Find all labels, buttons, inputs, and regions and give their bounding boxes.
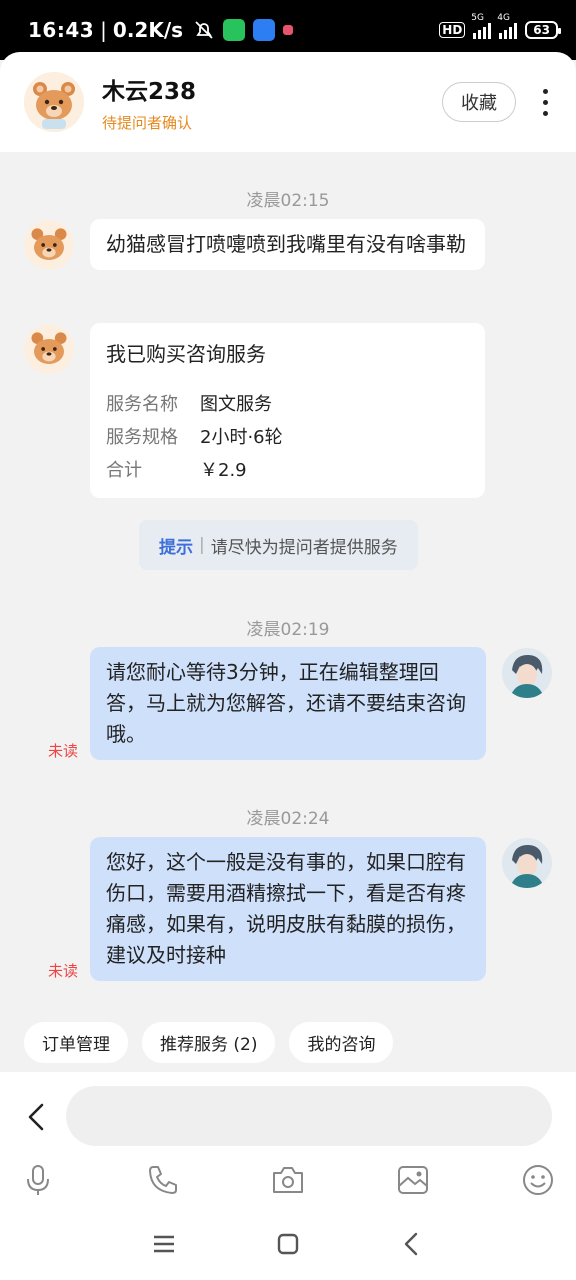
avatar[interactable] xyxy=(502,838,552,888)
service-value: 2小时·6轮 xyxy=(200,427,283,448)
tip-label: 提示 xyxy=(159,537,193,558)
message-input[interactable] xyxy=(66,1086,552,1146)
tip-banner: 提示 | 请尽快为提问者提供服务 xyxy=(139,520,418,570)
bear-avatar-icon xyxy=(24,72,84,132)
system-nav-bar xyxy=(0,1222,576,1272)
battery-icon: 63 xyxy=(525,21,561,39)
bear-avatar-icon xyxy=(24,220,74,270)
message-timestamp: 凌晨02:15 xyxy=(246,191,330,211)
message-bubble-right[interactable]: 请您耐心等待3分钟，正在编辑整理回答，马上就为您解答，还请不要结束咨询哦。 xyxy=(90,647,486,760)
page-title: 木云238 xyxy=(102,78,197,105)
app-notify-icon xyxy=(253,19,276,41)
back-icon[interactable] xyxy=(400,1232,424,1256)
status-bar: 16:43 | 0.2K/s HD 5G 4G 63 xyxy=(0,0,576,60)
message-bubble-left[interactable]: 幼猫感冒打喷嚏喷到我嘴里有没有啥事勒 xyxy=(90,219,485,270)
service-value: 图文服务 xyxy=(200,394,272,415)
input-bar xyxy=(0,1072,576,1280)
service-card-title: 我已购买咨询服务 xyxy=(106,342,266,366)
hd-icon: HD xyxy=(439,22,466,38)
service-key: 服务名称 xyxy=(106,394,178,415)
tip-text: 请尽快为提问者提供服务 xyxy=(210,537,398,558)
service-card[interactable]: 我已购买咨询服务 服务名称 图文服务 服务规格 2小时·6轮 合计 ￥2.9 xyxy=(90,323,485,498)
bear-avatar-icon xyxy=(24,324,74,374)
order-management-chip[interactable]: 订单管理 xyxy=(24,1022,128,1063)
status-subtitle: 待提问者确认 xyxy=(102,113,193,132)
user-avatar-icon xyxy=(502,648,552,698)
my-consultations-chip[interactable]: 我的咨询 xyxy=(289,1022,394,1063)
image-icon[interactable] xyxy=(395,1162,431,1198)
service-key: 服务规格 xyxy=(106,427,178,448)
chat-area[interactable]: 凌晨02:15 幼猫感冒打喷嚏喷到我嘴里有没有啥事勒 我已购买咨询服务 服务名称… xyxy=(0,152,576,1072)
microphone-icon[interactable] xyxy=(20,1162,56,1198)
avatar[interactable] xyxy=(24,324,74,374)
camera-icon[interactable] xyxy=(270,1162,306,1198)
avatar[interactable] xyxy=(24,72,84,132)
home-icon[interactable] xyxy=(276,1232,300,1256)
more-options-icon[interactable] xyxy=(538,88,552,116)
emoji-icon[interactable] xyxy=(520,1162,556,1198)
avatar[interactable] xyxy=(24,220,74,270)
service-row: 服务规格 2小时·6轮 xyxy=(106,421,469,454)
wechat-icon xyxy=(223,19,246,41)
app-small-icon xyxy=(283,25,294,35)
service-row: 合计 ￥2.9 xyxy=(106,454,469,487)
toolbar xyxy=(0,1162,576,1202)
message-bubble-right[interactable]: 您好，这个一般是没有事的，如果口腔有伤口，需要用酒精擦拭一下，看是否有疼痛感，如… xyxy=(90,837,486,981)
chat-header: 木云238 待提问者确认 收藏 xyxy=(0,52,576,152)
status-net-speed: 0.2K/s xyxy=(112,18,184,42)
unread-label: 未读 xyxy=(48,742,79,760)
tip-divider: | xyxy=(199,535,205,555)
service-row: 服务名称 图文服务 xyxy=(106,388,469,421)
bell-off-icon xyxy=(195,21,213,39)
service-key: 合计 xyxy=(106,460,142,481)
favorite-button[interactable]: 收藏 xyxy=(442,82,516,122)
user-avatar-icon xyxy=(502,838,552,888)
quick-actions: 订单管理 推荐服务 (2) 我的咨询 xyxy=(24,1022,394,1063)
signal-5g-icon: 5G xyxy=(471,13,492,39)
status-time: 16:43 xyxy=(28,18,95,42)
message-timestamp: 凌晨02:24 xyxy=(246,809,330,829)
menu-icon[interactable] xyxy=(152,1232,176,1256)
chevron-left-icon[interactable] xyxy=(24,1102,48,1132)
signal-4g-icon: 4G xyxy=(497,13,518,39)
message-timestamp: 凌晨02:19 xyxy=(246,620,330,640)
recommended-services-chip[interactable]: 推荐服务 (2) xyxy=(142,1022,276,1063)
status-separator: | xyxy=(100,18,107,42)
avatar[interactable] xyxy=(502,648,552,698)
unread-label: 未读 xyxy=(48,962,79,980)
phone-icon[interactable] xyxy=(145,1162,181,1198)
service-value: ￥2.9 xyxy=(200,460,247,481)
